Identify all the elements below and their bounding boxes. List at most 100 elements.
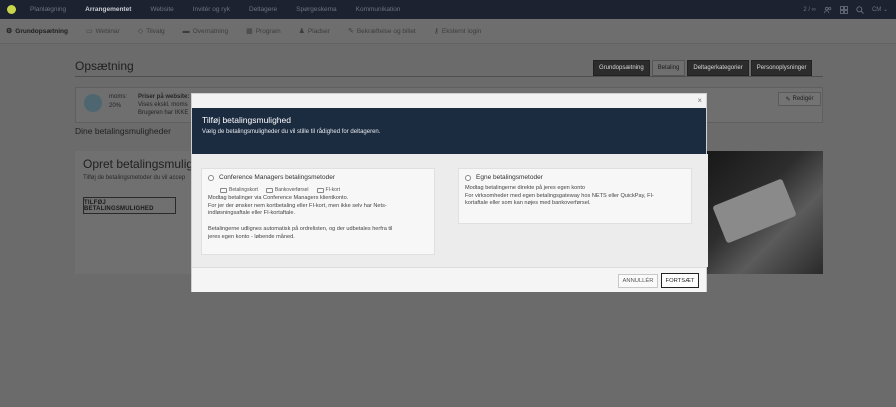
tab-personal-info[interactable]: Personoplysninger <box>750 60 813 76</box>
bank-icon <box>265 187 273 193</box>
user-initials: CM <box>871 7 882 13</box>
tab-basic-setup[interactable]: Grundopsætning <box>593 60 650 76</box>
description-line: For jer der ønsker nem kortbetaling elle… <box>208 202 387 209</box>
tag-icon: ◇ <box>137 28 144 35</box>
prices-line: Vises ekskl. moms <box>138 102 188 108</box>
description-line: Betalingerne udlignes automatisk på ordr… <box>208 226 393 232</box>
subnav-item-label: Tilvalg <box>146 27 165 35</box>
topnav-item-communication[interactable]: Kommunikation <box>356 6 401 13</box>
topnav-item-survey[interactable]: Spørgeskema <box>296 6 336 13</box>
dialog-title: Tilføj betalingsmulighed <box>202 115 291 125</box>
option-description-2: Betalingerne udlignes automatisk på ordr… <box>208 226 392 241</box>
vat-value: 20% <box>109 103 122 109</box>
method-label: FI-kort <box>325 187 340 193</box>
dialog-header: Tilføj betalingsmulighed Vælg de betalin… <box>192 108 706 154</box>
vat-info: moms: 20% <box>109 93 127 111</box>
subnav-item-label: Program <box>255 27 281 35</box>
logo-mark <box>6 5 16 14</box>
description-line: indløsningsaftale eller FI-kortaftale. <box>208 210 296 216</box>
participant-counter: 2 / ∞ <box>803 6 816 13</box>
dialog-close-row: × <box>192 94 706 108</box>
option-own-methods[interactable]: Egne betalingsmetoder Modtag betalingern… <box>458 168 692 224</box>
method-fi: FI-kort <box>316 187 340 193</box>
user-menu[interactable]: CM ⌄ <box>872 6 888 13</box>
description-line: kortaftale eller som kan nøjes med banko… <box>465 200 591 206</box>
search-icon[interactable] <box>856 5 864 14</box>
topnav-right: 2 / ∞ CM ⌄ <box>803 0 896 19</box>
page-title: Opsætning <box>75 59 134 73</box>
subnav-item-external-login[interactable]: ⚷ Eksternt login <box>434 27 482 36</box>
pen-icon: ✎ <box>785 96 791 103</box>
top-navigation: Planlægning Arrangementet Website Invité… <box>0 0 896 19</box>
subnav-item-label: Pladser <box>307 27 330 35</box>
subnav-item-addons[interactable]: ◇ Tilvalg <box>137 27 165 36</box>
option-label: Conference Managers betalingsmetoder <box>219 174 335 181</box>
seat-icon: ♟ <box>298 28 305 35</box>
edit-button[interactable]: ✎ Redigér <box>778 92 821 106</box>
description-line: Modtag betalingerne direkte på jeres ege… <box>465 185 586 191</box>
gear-icon: ⚙ <box>6 28 13 35</box>
tab-participant-categories[interactable]: Deltagerkategorier <box>687 60 749 76</box>
dialog-subtitle: Vælg de betalingsmuligheder du vil still… <box>202 129 381 135</box>
card-icon <box>220 187 227 193</box>
cancel-button[interactable]: ANNULLÉR <box>618 274 658 288</box>
close-icon[interactable]: × <box>697 96 702 105</box>
logo[interactable] <box>0 0 22 19</box>
subnav-item-seats[interactable]: ♟ Pladser <box>298 27 330 36</box>
subnav-item-label: Overnatning <box>192 27 229 35</box>
subnav-item-program[interactable]: ▦ Program <box>246 27 281 36</box>
subnav-item-webinar[interactable]: ▭ Webinar <box>86 27 120 36</box>
payment-card-image <box>707 151 823 274</box>
topnav-item-event[interactable]: Arrangementet <box>85 6 131 13</box>
section-heading: Dine betalingsmuligheder <box>75 126 171 136</box>
prices-title: Priser på website: <box>138 94 190 100</box>
subnav-item-accommodation[interactable]: ▬ Overnatning <box>183 28 228 35</box>
subnav-item-basic-setup[interactable]: ⚙ Grundopsætning <box>6 27 68 36</box>
vat-label: moms: <box>109 94 127 100</box>
option-label: Egne betalingsmetoder <box>476 174 543 181</box>
create-panel-title: Opret betalingsmulighe <box>83 157 207 171</box>
monitor-icon: ▭ <box>86 28 93 35</box>
description-line: jeres egen konto - løbende måned. <box>208 233 295 240</box>
payment-methods: Betalingskort Bankoverførsel FI-kort <box>220 187 340 193</box>
topnav-item-website[interactable]: Website <box>150 6 173 13</box>
description-line: Modtag betalinger via Conference Manager… <box>208 195 349 201</box>
prices-line: Brugeren har IKKE <box>138 110 189 116</box>
subnav-item-confirmation[interactable]: ✎ Bekræftelse og billet <box>347 27 416 36</box>
pen-icon: ✎ <box>347 28 354 35</box>
settings-tabs: Grundopsætning Betaling Deltagerkategori… <box>593 60 813 76</box>
subnav-item-label: Grundopsætning <box>15 27 68 35</box>
users-icon[interactable] <box>824 6 832 14</box>
bed-icon: ▬ <box>182 27 190 35</box>
topnav-item-planning[interactable]: Planlægning <box>30 6 66 13</box>
edit-button-label: Redigér <box>792 96 814 102</box>
add-payment-option-button[interactable]: TILFØJ BETALINGSMULIGHED <box>83 197 176 214</box>
create-panel-subtitle: Tilføj de betalingsmetoder du vil accep <box>83 175 186 181</box>
topnav-item-participants[interactable]: Deltagere <box>249 6 277 13</box>
method-label: Bankoverførsel <box>274 187 309 193</box>
sub-navigation: ⚙ Grundopsætning ▭ Webinar ◇ Tilvalg ▬ O… <box>0 19 896 44</box>
fi-card-icon <box>316 187 324 193</box>
settings-illustration-icon <box>84 94 102 112</box>
chevron-down-icon: ⌄ <box>882 7 888 13</box>
subnav-item-label: Webinar <box>95 27 120 35</box>
topnav-item-invite[interactable]: Invitér og ryk <box>193 6 230 13</box>
subnav-item-label: Bekræftelse og billet <box>356 27 416 35</box>
method-card: Betalingskort <box>220 187 258 193</box>
radio-own-methods[interactable] <box>465 175 471 181</box>
option-description: Modtag betalinger via Conference Manager… <box>208 195 387 218</box>
option-description: Modtag betalingerne direkte på jeres ege… <box>465 185 654 208</box>
radio-conference-manager[interactable] <box>208 175 214 181</box>
add-payment-dialog: × Tilføj betalingsmulighed Vælg de betal… <box>191 93 708 292</box>
continue-button[interactable]: FORTSÆT <box>661 273 699 288</box>
grid-icon[interactable] <box>840 5 848 14</box>
credit-card-shape <box>712 178 797 244</box>
option-conference-manager[interactable]: Conference Managers betalingsmetoder Bet… <box>201 168 435 255</box>
dialog-footer: ANNULLÉR FORTSÆT <box>192 267 706 292</box>
prices-info: Priser på website: Vises ekskl. moms Bru… <box>138 93 189 117</box>
method-label: Betalingskort <box>229 187 258 193</box>
subnav-item-label: Eksternt login <box>441 27 482 35</box>
tab-payment[interactable]: Betaling <box>651 60 686 76</box>
title-divider <box>75 76 823 77</box>
calendar-icon: ▦ <box>246 28 253 35</box>
